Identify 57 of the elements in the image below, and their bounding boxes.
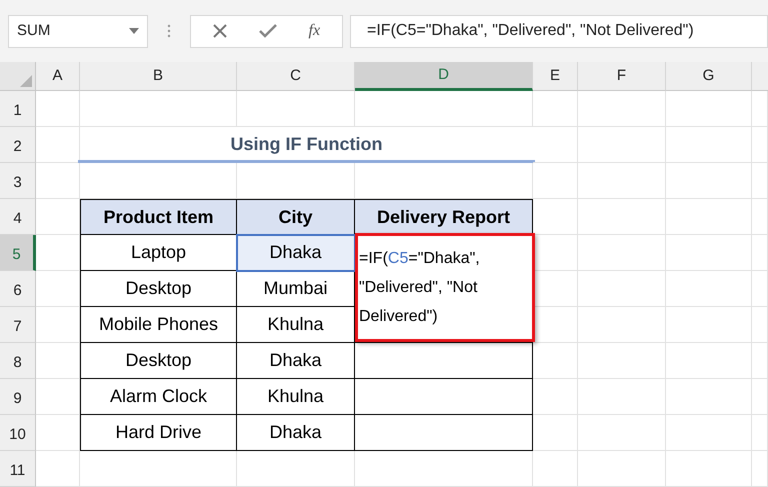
table-cell: Desktop bbox=[80, 343, 237, 379]
table-cell: Dhaka bbox=[237, 235, 355, 271]
cancel-icon[interactable] bbox=[212, 24, 227, 38]
empty-cell bbox=[752, 379, 768, 415]
column-header[interactable]: E bbox=[533, 62, 578, 91]
row-header[interactable]: 9 bbox=[0, 379, 36, 415]
empty-cell bbox=[752, 271, 768, 307]
empty-cell bbox=[752, 307, 768, 343]
row-header[interactable]: 1 bbox=[0, 91, 36, 127]
row-header[interactable]: 8 bbox=[0, 343, 36, 379]
empty-cell bbox=[533, 163, 578, 199]
column-header[interactable]: C bbox=[237, 62, 355, 91]
empty-cell bbox=[752, 343, 768, 379]
dropdown-caret-icon[interactable] bbox=[129, 28, 139, 34]
column-header[interactable]: D bbox=[355, 62, 533, 91]
name-box[interactable]: SUM bbox=[8, 14, 148, 48]
row-header[interactable]: 6 bbox=[0, 271, 36, 307]
column-heading: City bbox=[237, 199, 355, 235]
empty-cell bbox=[533, 415, 578, 451]
table-cell: Desktop bbox=[80, 271, 237, 307]
empty-cell bbox=[752, 235, 768, 271]
empty-cell bbox=[752, 451, 768, 487]
column-header[interactable]: F bbox=[578, 62, 666, 91]
drag-handle-icon[interactable] bbox=[167, 24, 171, 38]
row-header[interactable]: 7 bbox=[0, 307, 36, 343]
table-cell: Alarm Clock bbox=[80, 379, 237, 415]
empty-cell bbox=[533, 343, 578, 379]
table-cell: Dhaka bbox=[237, 343, 355, 379]
empty-cell bbox=[752, 415, 768, 451]
table-cell: Mobile Phones bbox=[80, 307, 237, 343]
column-header[interactable]: B bbox=[80, 62, 237, 91]
cell-editor[interactable]: =IF(C5="Dhaka", "Delivered", "Not Delivered") bbox=[355, 233, 535, 342]
empty-cell bbox=[752, 127, 768, 163]
empty-cell bbox=[533, 379, 578, 415]
row-header[interactable]: 4 bbox=[0, 199, 36, 235]
row-header[interactable]: 2 bbox=[0, 127, 36, 163]
row-header[interactable]: 11 bbox=[0, 451, 36, 487]
column-heading: Delivery Report bbox=[355, 199, 533, 235]
table-cell: Hard Drive bbox=[80, 415, 237, 451]
empty-cell bbox=[533, 451, 578, 487]
row-header[interactable]: 3 bbox=[0, 163, 36, 199]
empty-cell bbox=[533, 127, 578, 163]
empty-cell bbox=[752, 199, 768, 235]
column-header[interactable]: A bbox=[36, 62, 80, 91]
column-heading: Product Item bbox=[80, 199, 237, 235]
column-header[interactable]: G bbox=[666, 62, 752, 91]
triangle-icon bbox=[20, 75, 32, 87]
row-header[interactable]: 10 bbox=[0, 415, 36, 451]
name-box-text: SUM bbox=[17, 20, 50, 41]
empty-cell bbox=[752, 163, 768, 199]
checkmark-icon[interactable] bbox=[258, 24, 277, 38]
empty-cell bbox=[533, 91, 578, 127]
table-cell: Khulna bbox=[237, 379, 355, 415]
table-cell: Dhaka bbox=[237, 415, 355, 451]
title-text: Using IF Function bbox=[78, 127, 535, 163]
row-header[interactable]: 5 bbox=[0, 235, 36, 271]
insert-function-button[interactable]: fx bbox=[308, 19, 320, 43]
